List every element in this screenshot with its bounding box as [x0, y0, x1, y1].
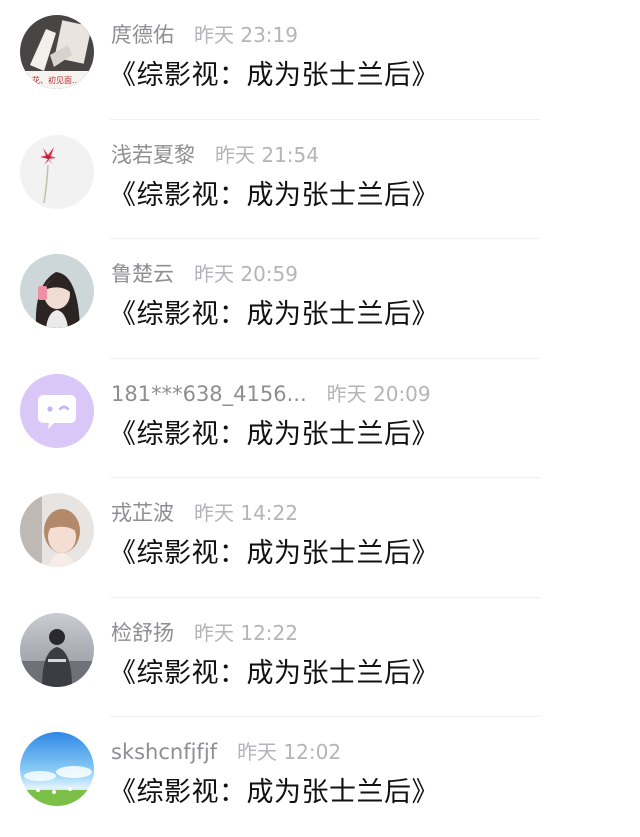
avatar[interactable]: 花、初见面... [20, 15, 94, 89]
sender-name: 戎芷波 [111, 501, 174, 525]
avatar-caption: 花、初见面... [32, 75, 80, 85]
list-item[interactable]: 浅若夏黎 昨天 21:54 《综影视：成为张士兰后》 [0, 120, 640, 240]
message-text: 《综影视：成为张士兰后》 [109, 418, 439, 450]
message-text: 《综影视：成为张士兰后》 [109, 538, 439, 569]
timestamp: 昨天 12:02 [237, 740, 342, 764]
message-text: 《综影视：成为张士兰后》 [109, 60, 439, 91]
list-item[interactable]: 戎芷波 昨天 14:22 《综影视：成为张士兰后》 [0, 478, 640, 598]
sender-name: 庹德佑 [111, 23, 174, 47]
sender-name: 浅若夏黎 [111, 142, 195, 167]
avatar[interactable] [20, 612, 94, 687]
message-text: 《综影视：成为张士兰后》 [109, 299, 439, 330]
message-text: 《综影视：成为张士兰后》 [109, 179, 439, 211]
timestamp: 昨天 20:59 [194, 262, 298, 286]
message-text: 《综影视：成为张士兰后》 [109, 777, 439, 808]
list-item[interactable]: skshcnfjfjf 昨天 12:02 《综影视：成为张士兰后》 [0, 717, 640, 837]
message-text: 《综影视：成为张士兰后》 [109, 657, 439, 689]
list-item[interactable]: 鲁楚云 昨天 20:59 《综影视：成为张士兰后》 [0, 239, 640, 359]
avatar[interactable] [20, 493, 94, 567]
sender-name: 鲁楚云 [111, 262, 174, 286]
timestamp: 昨天 23:19 [194, 23, 298, 47]
timestamp: 昨天 20:09 [326, 381, 431, 406]
avatar[interactable] [20, 732, 94, 806]
sender-name: skshcnfjfjf [111, 740, 218, 764]
avatar[interactable] [20, 254, 94, 328]
sender-name: 检舒扬 [111, 620, 174, 645]
timestamp: 昨天 12:22 [194, 620, 298, 645]
list-item[interactable]: 花、初见面... 庹德佑 昨天 23:19 《综影视：成为张士兰后》 [0, 0, 640, 120]
sender-name: 181***638_4156... [111, 381, 307, 406]
list-item[interactable]: 181***638_4156... 昨天 20:09 《综影视：成为张士兰后》 [0, 359, 640, 479]
avatar[interactable] [20, 373, 94, 448]
timestamp: 昨天 14:22 [194, 501, 298, 525]
avatar[interactable] [20, 134, 94, 209]
timestamp: 昨天 21:54 [215, 142, 319, 167]
list-item[interactable]: 检舒扬 昨天 12:22 《综影视：成为张士兰后》 [0, 598, 640, 718]
message-list: 花、初见面... 庹德佑 昨天 23:19 《综影视：成为张士兰后》 浅若夏黎 … [0, 0, 640, 837]
